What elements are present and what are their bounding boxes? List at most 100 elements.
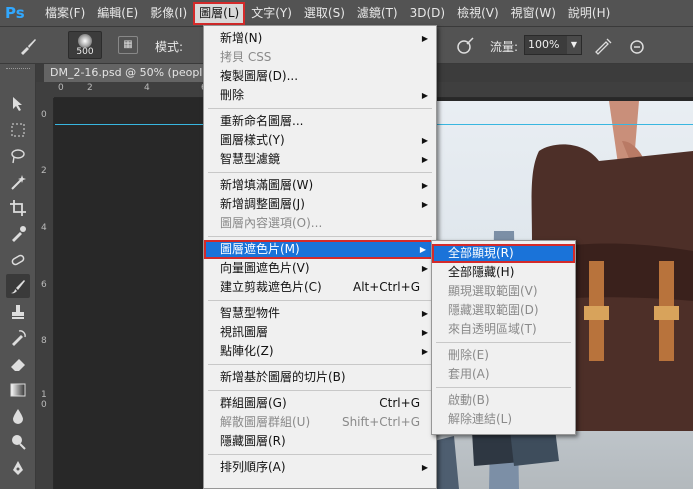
airbrush-icon[interactable] [593,37,613,55]
menu-item[interactable]: 新增填滿圖層(W) ▶ [204,176,436,195]
menu-item: 解散圖層群組(U) Shift+Ctrl+G [204,413,436,432]
mode-label: 模式: [155,40,184,54]
blur-tool-icon[interactable] [6,404,30,428]
lasso-tool-icon[interactable] [6,144,30,168]
marquee-tool-icon[interactable] [6,118,30,142]
menu-item[interactable]: 建立剪裁遮色片(C) Alt+Ctrl+G [204,278,436,297]
ruler-label: 0 [41,110,47,120]
brush-tool-preset-icon[interactable] [18,36,38,56]
menu-image[interactable]: 影像(I) [144,2,193,25]
pressure-opacity-icon[interactable] [455,37,475,55]
menu-item-label: 來自透明區域(T) [448,322,537,336]
menu-item-label: 新增調整圖層(J) [220,197,305,211]
submenu-arrow-icon: ▶ [421,328,428,337]
menu-item: 刪除(E) [432,346,575,365]
menu-separator [436,342,571,343]
menu-item[interactable]: 重新命名圖層... [204,112,436,131]
menu-item[interactable]: 排列順序(A) ▶ [204,458,436,477]
history-brush-tool-icon[interactable] [6,326,30,350]
menu-item[interactable]: 新增(N) ▶ [204,29,436,48]
pressure-size-icon[interactable] [628,37,648,55]
tools-panel [0,64,36,489]
menu-item: 隱藏選取範圍(D) [432,301,575,320]
menu-item[interactable]: 全部顯現(R) [432,244,575,263]
eyedropper-tool-icon[interactable] [6,222,30,246]
menu-edit[interactable]: 編輯(E) [91,2,144,25]
menu-window[interactable]: 視窗(W) [505,2,562,25]
ruler-label: 0 [58,83,64,93]
menu-item-label: 圖層樣式(Y) [220,133,285,147]
flow-input[interactable]: 100% ▼ [524,35,582,55]
menu-item-shortcut: Ctrl+G [379,396,420,410]
menu-item[interactable]: 隱藏圖層(R) [204,432,436,451]
menu-item-label: 解散圖層群組(U) [220,415,311,429]
menu-item-label: 排列順序(A) [220,460,286,474]
document-tab[interactable]: DM_2-16.psd @ 50% (people [44,64,214,82]
menu-item: 顯現選取範圍(V) [432,282,575,301]
dodge-tool-icon[interactable] [6,430,30,454]
menu-separator [436,387,571,388]
crop-tool-icon[interactable] [6,196,30,220]
pen-tool-icon[interactable] [6,456,30,480]
menu-item[interactable]: 複製圖層(D)... [204,67,436,86]
menu-item[interactable]: 刪除 ▶ [204,86,436,105]
menu-item[interactable]: 群組圖層(G) Ctrl+G [204,394,436,413]
ruler-label: 2 [41,166,47,176]
menu-item-label: 點陣化(Z) [220,344,274,358]
menu-type[interactable]: 文字(Y) [245,2,298,25]
brush-tool-icon[interactable] [6,274,30,298]
menu-bar: Ps 檔案(F) 編輯(E) 影像(I) 圖層(L) 文字(Y) 選取(S) 濾… [0,0,693,27]
gradient-tool-icon[interactable] [6,378,30,402]
menu-item-label: 解除連結(L) [448,412,513,426]
menu-item-label: 群組圖層(G) [220,396,287,410]
ruler-label: 6 [41,280,47,290]
menu-layer[interactable]: 圖層(L) [193,1,246,25]
menu-item[interactable]: 圖層樣式(Y) ▶ [204,131,436,150]
magic-wand-tool-icon[interactable] [6,170,30,194]
ruler-label: 4 [41,223,47,233]
menu-item-label: 圖層遮色片(M) [220,242,300,256]
healing-brush-tool-icon[interactable] [6,248,30,272]
brush-tip-preview [78,34,92,48]
menu-item[interactable]: 智慧型物件 ▶ [204,304,436,323]
menu-item-label: 重新命名圖層... [220,114,304,128]
chevron-down-icon[interactable]: ▼ [567,36,581,54]
menu-item-label: 新增基於圖層的切片(B) [220,370,346,384]
menu-item[interactable]: 新增基於圖層的切片(B) [204,368,436,387]
menu-3d[interactable]: 3D(D) [404,2,451,25]
clone-stamp-tool-icon[interactable] [6,300,30,324]
menu-item[interactable]: 圖層遮色片(M) ▶ [204,240,436,259]
vertical-ruler[interactable]: 0 2 4 6 8 1 0 [36,98,54,489]
submenu-arrow-icon: ▶ [421,200,428,209]
menu-select[interactable]: 選取(S) [298,2,351,25]
brush-panel-toggle-icon[interactable]: ▦ [118,36,138,54]
menu-file[interactable]: 檔案(F) [39,2,91,25]
menu-item[interactable]: 智慧型濾鏡 ▶ [204,150,436,169]
menu-item-label: 顯現選取範圍(V) [448,284,538,298]
menu-separator [208,236,432,237]
panel-grip[interactable] [6,68,30,72]
menu-item-label: 智慧型物件 [220,306,281,320]
ruler-corner[interactable] [36,82,54,98]
menu-item: 拷貝 CSS [204,48,436,67]
eraser-tool-icon[interactable] [6,352,30,376]
move-tool-icon[interactable] [6,92,30,116]
submenu-arrow-icon: ▶ [421,181,428,190]
menu-item[interactable]: 點陣化(Z) ▶ [204,342,436,361]
brush-size-picker[interactable]: 500 [68,31,102,59]
menu-item[interactable]: 視訊圖層 ▶ [204,323,436,342]
menu-item-label: 全部顯現(R) [448,246,514,260]
menu-filter[interactable]: 濾鏡(T) [351,2,404,25]
menu-item[interactable]: 新增調整圖層(J) ▶ [204,195,436,214]
layer-mask-submenu: 全部顯現(R) 全部隱藏(H) 顯現選取範圍(V) 隱藏選取範圍(D) 來自透明區域(T… [431,240,576,435]
menu-item: 解除連結(L) [432,410,575,429]
menu-item[interactable]: 向量圖遮色片(V) ▶ [204,259,436,278]
menu-item-label: 刪除(E) [448,348,489,362]
menu-help[interactable]: 說明(H) [562,2,616,25]
menu-view[interactable]: 檢視(V) [451,2,505,25]
menu-item[interactable]: 全部隱藏(H) [432,263,575,282]
ruler-label: 4 [144,83,150,93]
menu-separator [208,172,432,173]
menu-separator [208,300,432,301]
menu-item-label: 智慧型濾鏡 [220,152,281,166]
